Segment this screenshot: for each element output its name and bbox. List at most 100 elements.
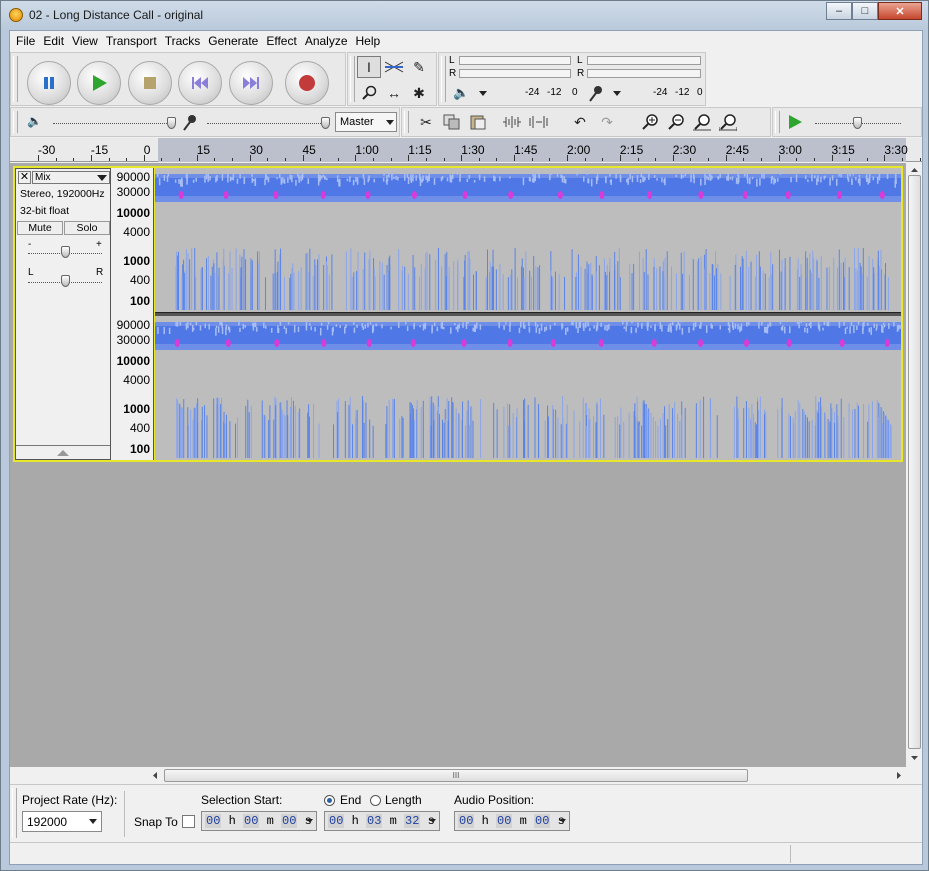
time-shift-tool[interactable]: ↔ bbox=[382, 82, 406, 104]
input-volume-track[interactable] bbox=[207, 123, 325, 124]
toolbar-grip[interactable] bbox=[404, 111, 409, 133]
menu-file[interactable]: File bbox=[12, 34, 39, 48]
time-format-dropdown-icon[interactable] bbox=[307, 819, 313, 823]
rec-meter-right[interactable] bbox=[587, 69, 701, 78]
audio-track[interactable]: ✕ Mix Stereo, 192000Hz 32-bit float Mute… bbox=[13, 166, 903, 462]
noise-speck bbox=[579, 322, 581, 328]
noise-speck bbox=[195, 321, 198, 326]
toolbar-grip[interactable] bbox=[13, 56, 18, 102]
zoom-in-button[interactable] bbox=[638, 111, 662, 133]
vertical-scroll-thumb[interactable] bbox=[908, 175, 921, 749]
transient-line bbox=[280, 402, 282, 458]
selection-start-time[interactable]: 00 h 00 m 00 s bbox=[201, 811, 317, 831]
project-rate-select[interactable]: 192000 bbox=[22, 811, 102, 832]
zoom-tool[interactable] bbox=[357, 82, 381, 104]
scroll-right-icon[interactable] bbox=[894, 768, 904, 783]
track-control-panel[interactable]: ✕ Mix Stereo, 192000Hz 32-bit float Mute… bbox=[15, 168, 111, 460]
output-volume-track[interactable] bbox=[53, 123, 171, 124]
ruler-label: 1:00 bbox=[355, 143, 379, 157]
redo-button[interactable]: ↷ bbox=[595, 111, 619, 133]
toolbar-grip[interactable] bbox=[350, 56, 355, 102]
spectrogram-left-channel[interactable] bbox=[155, 168, 901, 312]
toolbar-separator bbox=[124, 791, 125, 837]
selection-end-time[interactable]: 00 h 03 m 32 s bbox=[324, 811, 440, 831]
time-format-dropdown-icon[interactable] bbox=[560, 819, 566, 823]
spectrogram-right-channel[interactable] bbox=[155, 316, 901, 460]
fit-selection-button[interactable] bbox=[690, 111, 714, 133]
length-radio[interactable] bbox=[370, 795, 381, 806]
timeline-ruler[interactable]: -30 -15 0 15 30 45 1:00 1:15 1:30 1:45 2:00 2:15 2:3… bbox=[10, 138, 922, 162]
toolbar-grip[interactable] bbox=[13, 111, 18, 133]
paste-button[interactable] bbox=[466, 111, 490, 133]
scroll-up-icon[interactable] bbox=[907, 165, 922, 175]
record-button[interactable] bbox=[285, 61, 329, 105]
output-volume-slider[interactable] bbox=[167, 117, 176, 129]
horizontal-scrollbar[interactable]: III bbox=[148, 768, 906, 783]
skip-to-start-button[interactable] bbox=[178, 61, 222, 105]
microphone-icon[interactable] bbox=[587, 85, 603, 103]
vertical-scrollbar[interactable] bbox=[907, 163, 922, 767]
skip-to-end-button[interactable] bbox=[229, 61, 273, 105]
transient-line bbox=[655, 421, 657, 458]
menu-edit[interactable]: Edit bbox=[39, 34, 68, 48]
menu-help[interactable]: Help bbox=[352, 34, 385, 48]
menu-effect[interactable]: Effect bbox=[262, 34, 300, 48]
close-button[interactable]: ✕ bbox=[878, 2, 922, 20]
toolbar-grip[interactable] bbox=[441, 56, 446, 102]
track-close-button[interactable]: ✕ bbox=[18, 171, 31, 184]
transient-line bbox=[560, 424, 562, 458]
pause-button[interactable] bbox=[27, 61, 71, 105]
rec-meter-left[interactable] bbox=[587, 56, 701, 65]
frequency-ruler[interactable]: 90000 30000 10000 4000 1000 400 100 90000 30000 1… bbox=[111, 168, 154, 460]
record-icon bbox=[299, 75, 315, 91]
audio-position-time[interactable]: 00 h 00 m 00 s bbox=[454, 811, 570, 831]
undo-button[interactable]: ↶ bbox=[568, 111, 592, 133]
multi-tool[interactable]: ✱ bbox=[407, 82, 431, 104]
menu-view[interactable]: View bbox=[68, 34, 102, 48]
scroll-down-icon[interactable] bbox=[907, 753, 922, 763]
input-source-select[interactable]: Master bbox=[335, 112, 397, 132]
selection-tool[interactable]: I bbox=[357, 56, 381, 78]
menu-tracks[interactable]: Tracks bbox=[161, 34, 205, 48]
zoom-out-button[interactable] bbox=[664, 111, 688, 133]
rec-meter-dropdown-icon[interactable] bbox=[613, 91, 621, 96]
stop-button[interactable] bbox=[128, 61, 172, 105]
trim-button[interactable] bbox=[500, 111, 524, 133]
minimize-button[interactable]: ‒ bbox=[826, 2, 852, 20]
speed-slider[interactable] bbox=[853, 117, 862, 129]
menu-generate[interactable]: Generate bbox=[204, 34, 262, 48]
snap-to-checkbox[interactable] bbox=[182, 815, 195, 828]
gain-slider[interactable] bbox=[61, 246, 70, 258]
cut-button[interactable]: ✂ bbox=[414, 111, 438, 133]
menu-analyze[interactable]: Analyze bbox=[301, 34, 352, 48]
speaker-icon[interactable]: 🔈 bbox=[453, 85, 469, 101]
time-format-dropdown-icon[interactable] bbox=[430, 819, 436, 823]
input-volume-slider[interactable] bbox=[321, 117, 330, 129]
silence-button[interactable] bbox=[527, 111, 551, 133]
scroll-left-icon[interactable] bbox=[150, 768, 160, 783]
play-button[interactable] bbox=[77, 61, 121, 105]
copy-button[interactable] bbox=[440, 111, 464, 133]
play-at-speed-button[interactable] bbox=[783, 111, 807, 133]
play-meter-dropdown-icon[interactable] bbox=[479, 91, 487, 96]
mute-button[interactable]: Mute bbox=[17, 221, 63, 235]
rec-tick-3: 0 bbox=[697, 87, 703, 98]
end-radio[interactable] bbox=[324, 795, 335, 806]
track-name-menu[interactable]: Mix bbox=[32, 171, 110, 184]
noise-speck bbox=[283, 178, 286, 184]
track-collapse-bar[interactable] bbox=[16, 445, 110, 460]
toolbar-grip[interactable] bbox=[775, 111, 780, 133]
menu-transport[interactable]: Transport bbox=[102, 34, 161, 48]
fit-project-button[interactable] bbox=[716, 111, 740, 133]
envelope-tool[interactable] bbox=[382, 56, 406, 78]
pan-slider[interactable] bbox=[61, 275, 70, 287]
transient-line bbox=[443, 422, 445, 458]
solo-button[interactable]: Solo bbox=[64, 221, 110, 235]
play-meter-right[interactable] bbox=[459, 69, 571, 78]
noise-speck bbox=[881, 326, 884, 331]
play-meter-left[interactable] bbox=[459, 56, 571, 65]
horizontal-scroll-thumb[interactable]: III bbox=[164, 769, 748, 782]
draw-tool[interactable]: ✎ bbox=[407, 56, 431, 78]
maximize-button[interactable]: □ bbox=[852, 2, 878, 20]
toolbar-grip[interactable] bbox=[12, 788, 17, 838]
